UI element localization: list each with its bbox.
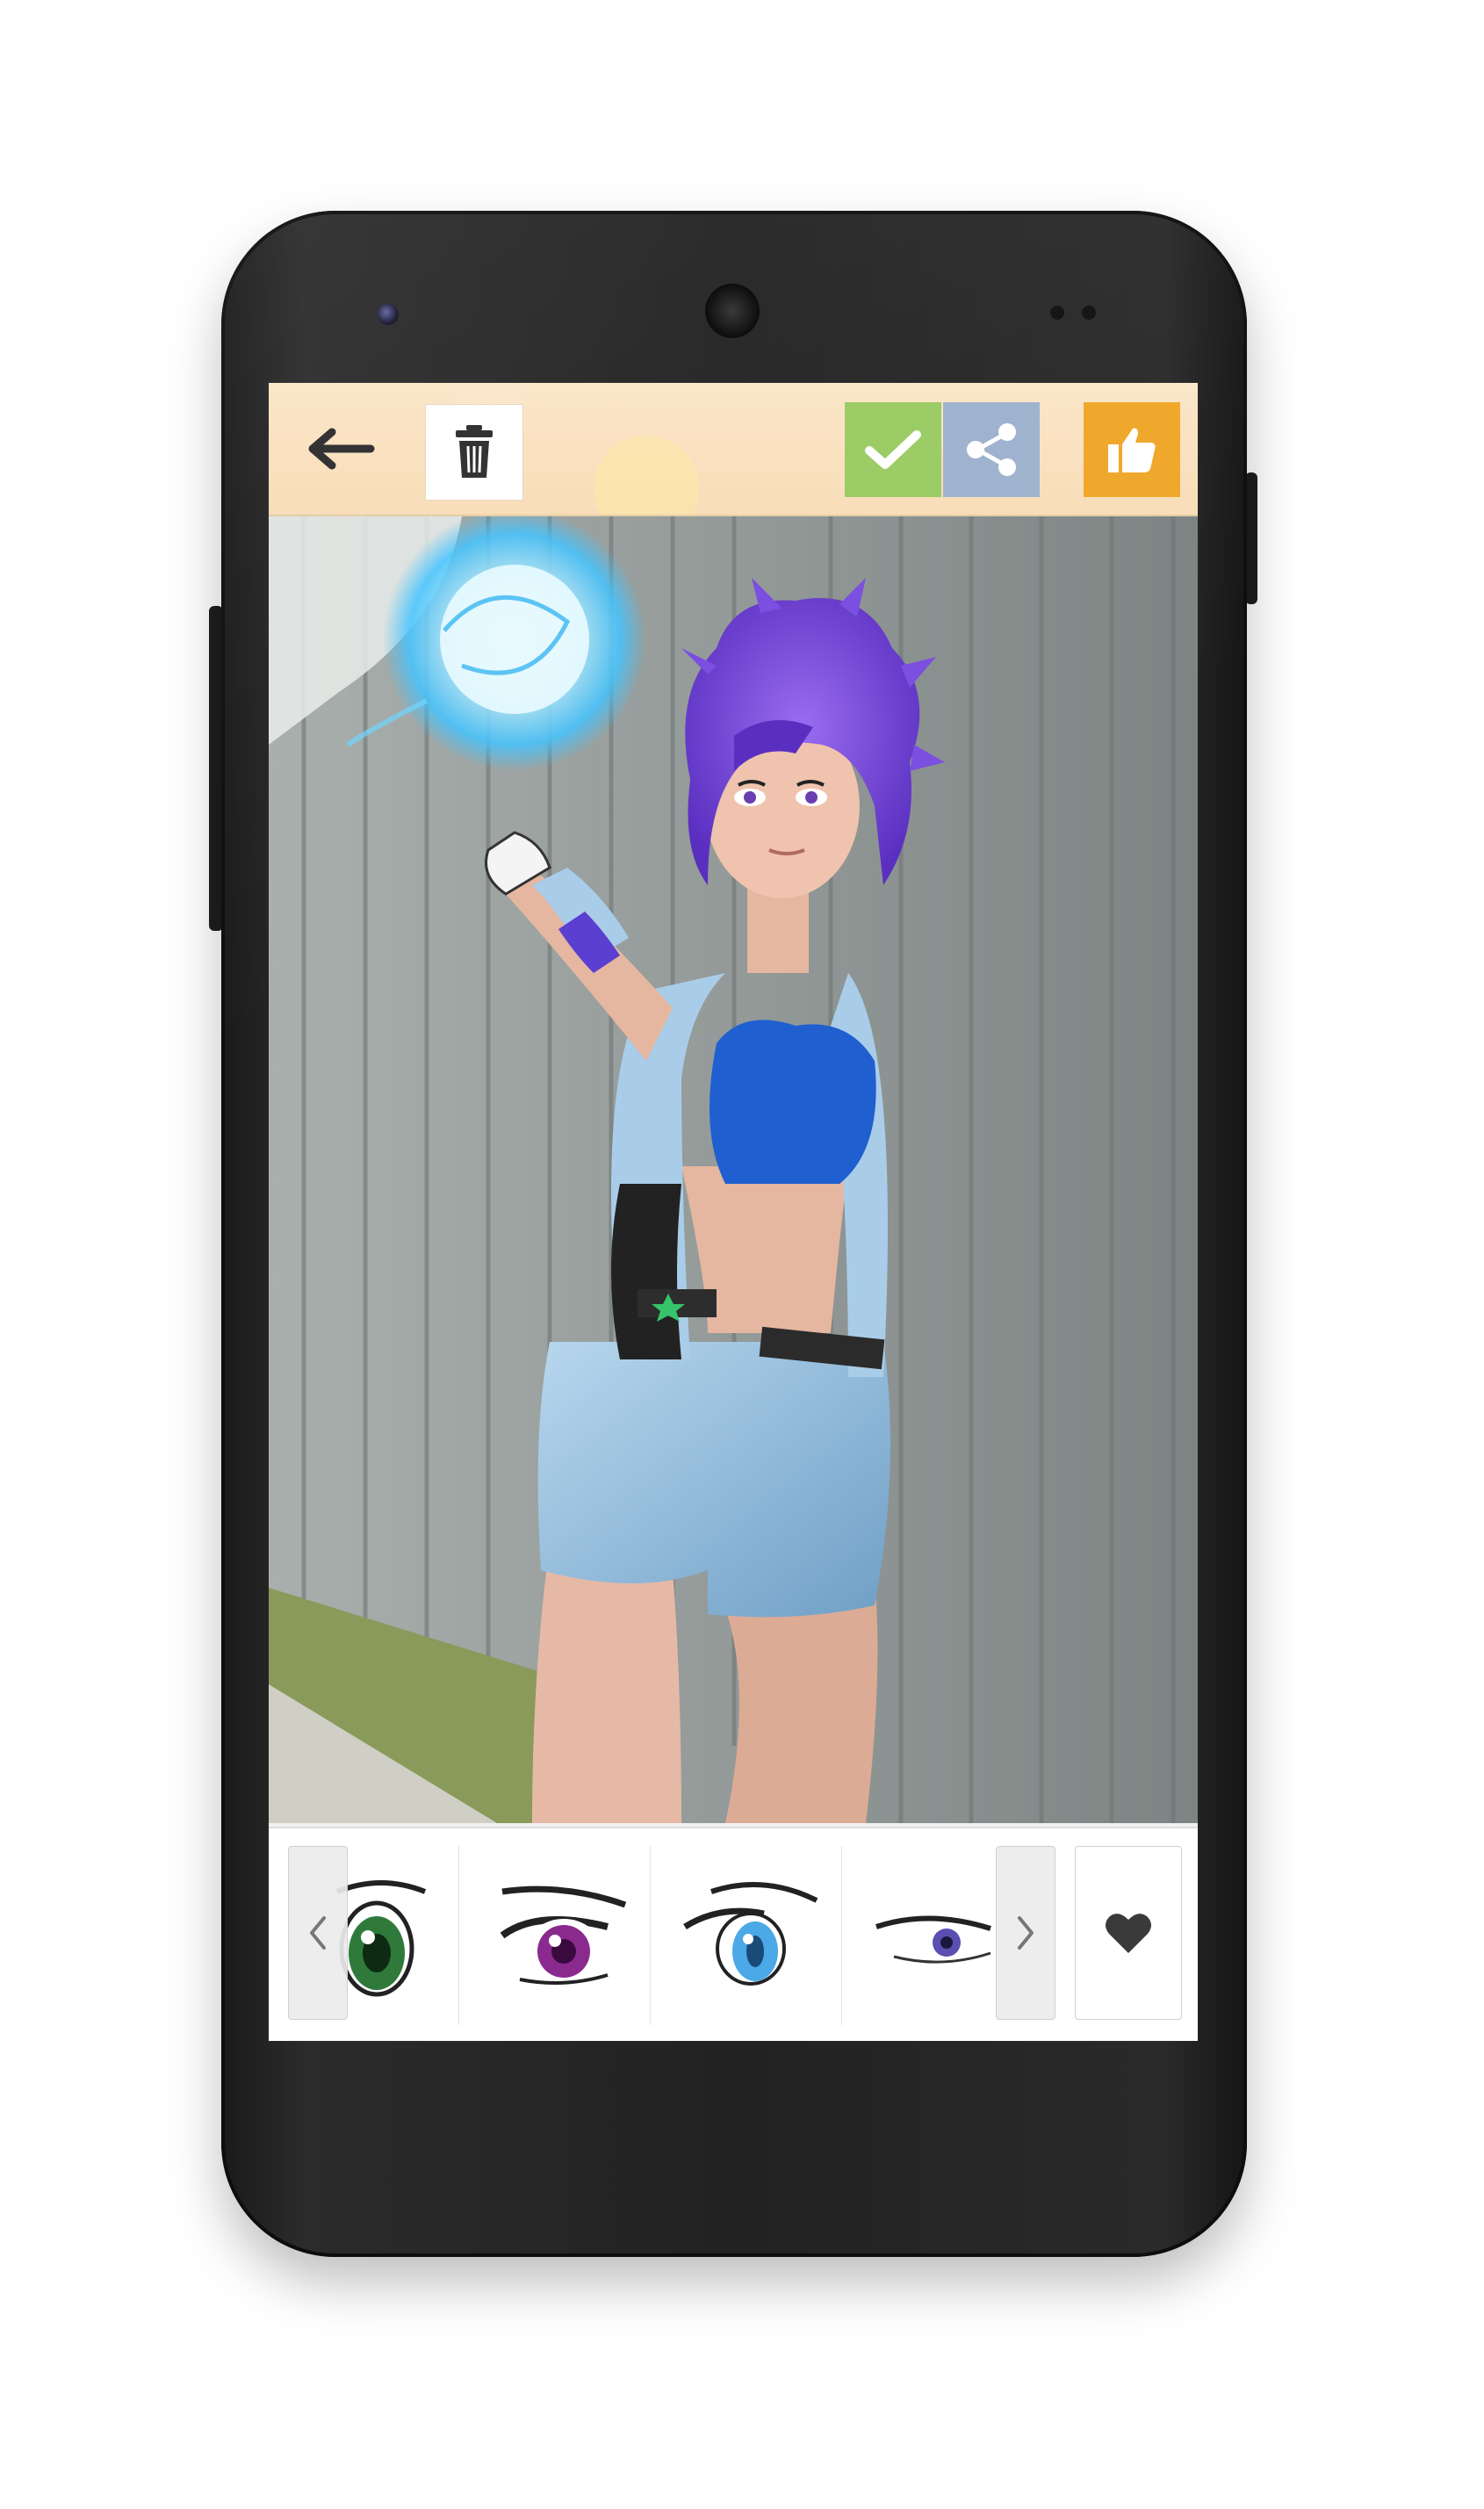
app-screen <box>269 383 1198 2041</box>
next-styles-button[interactable] <box>996 1846 1055 2020</box>
previous-styles-button[interactable] <box>288 1846 348 2020</box>
light-sensor <box>1082 306 1096 320</box>
apply-button[interactable] <box>845 402 941 497</box>
thumbs-up-icon <box>1108 428 1156 472</box>
violet-anime-eye-icon <box>875 1915 991 1964</box>
photo-canvas <box>269 516 1198 1823</box>
earpiece-speaker <box>708 286 757 335</box>
eye-style-option[interactable] <box>460 1846 651 2025</box>
proximity-sensor <box>1050 306 1064 320</box>
favorites-button[interactable] <box>1075 1846 1182 2020</box>
top-toolbar <box>269 383 1198 516</box>
heart-icon <box>1106 1914 1151 1953</box>
power-button <box>1245 472 1257 604</box>
toolbar-decoration <box>453 383 699 515</box>
chevron-right-icon <box>1018 1916 1034 1950</box>
trash-icon <box>456 425 493 478</box>
eye-style-tray <box>269 1827 1198 2041</box>
chevron-left-icon <box>310 1916 326 1950</box>
purple-anime-eye-icon <box>500 1885 627 1985</box>
arrow-left-icon <box>308 428 375 470</box>
edited-photo <box>269 516 1198 1823</box>
delete-button[interactable] <box>425 404 523 501</box>
checkmark-icon <box>865 430 921 469</box>
eye-style-option[interactable] <box>652 1846 842 2025</box>
device-mockup <box>0 0 1484 2509</box>
share-icon <box>967 423 1016 476</box>
share-button[interactable] <box>943 402 1040 497</box>
back-button[interactable] <box>304 418 378 479</box>
front-camera <box>378 304 399 325</box>
like-button[interactable] <box>1084 402 1180 497</box>
blue-anime-eye-icon <box>683 1882 818 1986</box>
